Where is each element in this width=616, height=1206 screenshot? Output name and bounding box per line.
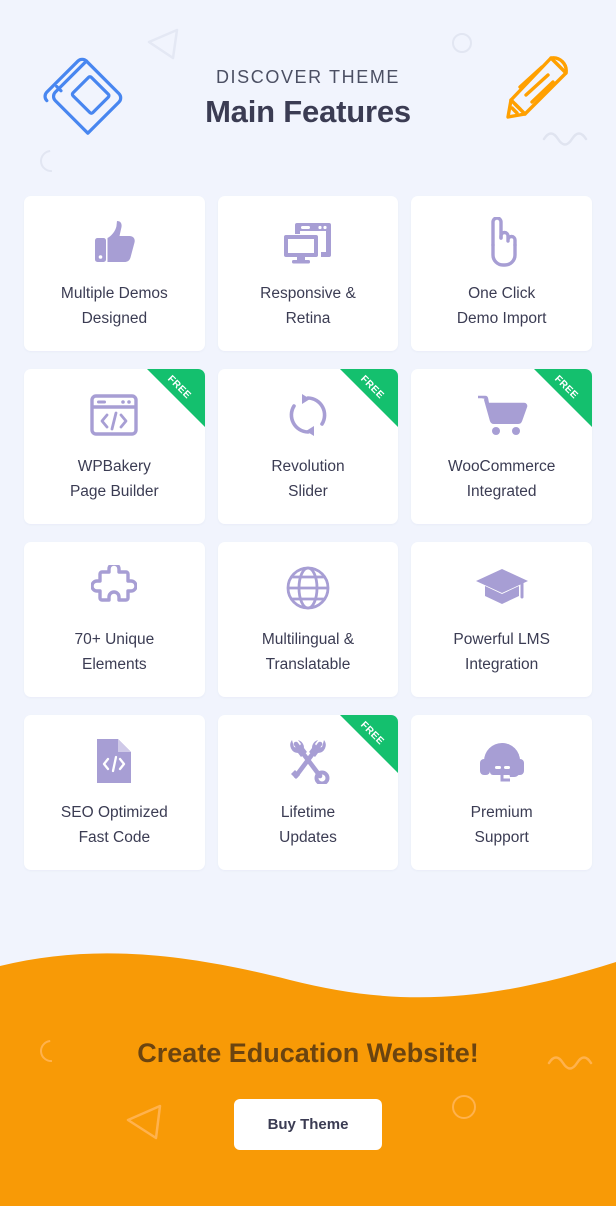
cta-title: Create Education Website! xyxy=(137,1038,479,1068)
ribbon-label: FREE xyxy=(164,373,193,402)
puzzle-piece-icon xyxy=(91,562,138,614)
thumbs-up-icon xyxy=(92,216,136,268)
tools-icon xyxy=(284,735,332,787)
feature-label: Multiple Demos Designed xyxy=(60,285,168,327)
triangle-outline-icon xyxy=(126,1104,162,1140)
header-text-block: DISCOVER THEME Main Features xyxy=(205,67,411,130)
circle-outline-icon xyxy=(452,33,472,53)
feature-label: Responsive & Retina xyxy=(260,285,356,327)
feature-card-premium-support[interactable]: Premium Support xyxy=(411,715,592,870)
features-grid: Multiple Demos Designed Responsive & Retin… xyxy=(0,196,616,870)
code-window-icon xyxy=(90,389,139,441)
page-root: DISCOVER THEME Main Features Multiple De… xyxy=(0,0,616,1206)
ribbon-label: FREE xyxy=(552,373,580,402)
graduation-cap-icon xyxy=(475,562,529,614)
feature-card-responsive-retina[interactable]: Responsive & Retina xyxy=(217,196,399,351)
feature-label: SEO Optimized Fast Code xyxy=(60,804,168,846)
feature-card-one-click-demo-import[interactable]: One Click Demo Import xyxy=(411,196,592,351)
squiggle-icon xyxy=(547,1056,593,1070)
page-title: Main Features xyxy=(205,93,411,129)
feature-label: Lifetime Updates xyxy=(279,804,337,846)
feature-card-seo-optimized-fast-code[interactable]: SEO Optimized Fast Code xyxy=(24,715,205,870)
feature-label: Premium Support xyxy=(470,804,533,846)
squiggle-icon xyxy=(542,132,588,146)
responsive-icon xyxy=(283,216,333,268)
free-ribbon-badge: FREE xyxy=(534,369,592,427)
book-icon xyxy=(43,57,123,135)
globe-icon xyxy=(285,562,331,614)
feature-card-wpbakery-page-builder[interactable]: FREE WPBakery Page Builder xyxy=(24,369,205,524)
header-section: DISCOVER THEME Main Features xyxy=(0,0,616,196)
feature-label: Multilingual & Translatable xyxy=(261,631,355,673)
feature-label: One Click Demo Import xyxy=(456,285,547,327)
feature-card-revolution-slider[interactable]: FREE Revolution Slider xyxy=(217,369,399,524)
feature-card-multiple-demos[interactable]: Multiple Demos Designed xyxy=(24,196,205,351)
free-ribbon-badge: FREE xyxy=(146,369,205,427)
feature-label: WooCommerce Integrated xyxy=(447,458,556,500)
feature-label: 70+ Unique Elements xyxy=(74,631,155,673)
free-ribbon-badge: FREE xyxy=(340,369,399,427)
code-file-icon xyxy=(94,735,134,787)
refresh-icon xyxy=(286,389,330,441)
feature-card-multilingual-translatable[interactable]: Multilingual & Translatable xyxy=(217,542,399,697)
headset-icon xyxy=(478,735,526,787)
feature-label: Revolution Slider xyxy=(271,458,345,500)
free-ribbon-badge: FREE xyxy=(340,715,399,773)
feature-card-woocommerce-integrated[interactable]: FREE WooCommerce Integrated xyxy=(411,369,592,524)
feature-card-powerful-lms-integration[interactable]: Powerful LMS Integration xyxy=(411,542,592,697)
pencil-icon xyxy=(506,56,568,119)
header-eyebrow: DISCOVER THEME xyxy=(215,66,401,87)
pointing-hand-icon xyxy=(482,216,522,268)
circle-outline-icon xyxy=(452,1095,476,1119)
feature-card-lifetime-updates[interactable]: FREE Lifetime Updates xyxy=(217,715,399,870)
arc-outline-icon xyxy=(35,145,67,177)
cta-content: Create Education Website! Buy Theme xyxy=(0,940,616,1206)
feature-label: Powerful LMS Integration xyxy=(453,631,550,673)
feature-card-unique-elements[interactable]: 70+ Unique Elements xyxy=(24,542,205,697)
buy-theme-button[interactable]: Buy Theme xyxy=(233,1099,383,1150)
shopping-cart-icon xyxy=(476,389,528,441)
triangle-outline-icon xyxy=(147,28,179,60)
feature-label: WPBakery Page Builder xyxy=(69,458,159,500)
ribbon-label: FREE xyxy=(358,719,387,748)
ribbon-label: FREE xyxy=(358,373,387,402)
cta-section: Create Education Website! Buy Theme xyxy=(0,940,616,1206)
